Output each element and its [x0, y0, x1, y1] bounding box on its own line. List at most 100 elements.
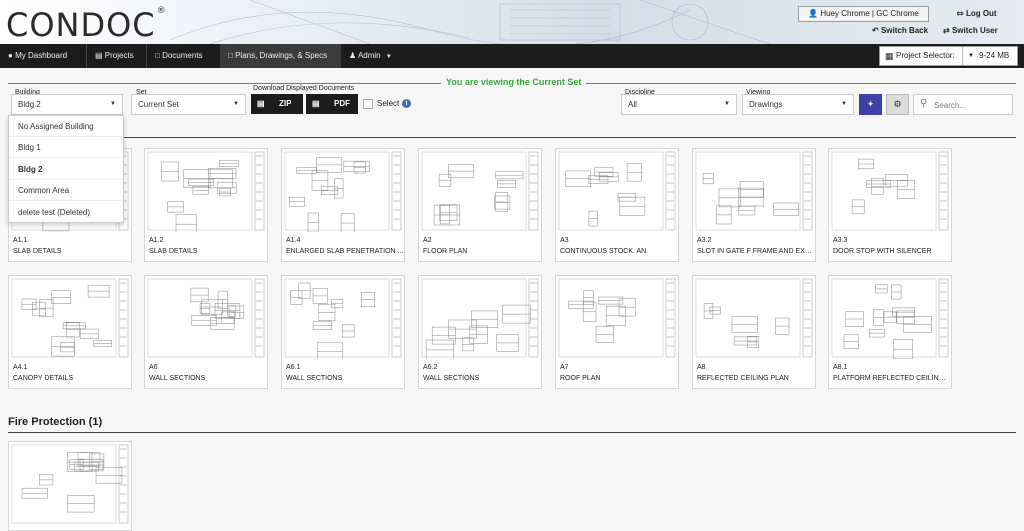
building-icon: ▦ [885, 51, 894, 61]
blueprint-drawing-image [284, 151, 402, 232]
dashboard-icon: ● [8, 51, 13, 60]
drawing-code: A6 [149, 364, 158, 371]
gear-icon: ⚙ [893, 99, 902, 109]
drawing-card[interactable]: A8 REFLECTED CEILING PLAN [692, 275, 816, 389]
log-out-icon: ⇰ [957, 9, 964, 18]
building-select[interactable]: Bldg 2 ▼ [11, 94, 123, 115]
drawing-title: WALL SECTIONS [286, 375, 343, 382]
magic-wand-button[interactable]: ✦ [859, 94, 882, 115]
building-option[interactable]: Bldg 1 [9, 137, 123, 158]
log-out-link[interactable]: ⇰ Log Out [957, 9, 997, 18]
drawing-thumbnail [420, 277, 540, 359]
select-label: Select [377, 99, 400, 108]
blueprint-drawing-image [147, 151, 265, 232]
project-selector[interactable]: ▦ Project Selector: ▼ 9-24 MB [879, 46, 1018, 66]
condoc-logo[interactable]: CONDOC® [6, 6, 167, 44]
building-option[interactable]: delete test (Deleted) [9, 202, 123, 223]
blueprint-drawing-image [11, 278, 129, 358]
search-input[interactable] [934, 99, 1008, 111]
set-select[interactable]: Current Set ▼ [131, 94, 246, 115]
drawing-thumbnail [10, 443, 130, 525]
drawing-card[interactable]: A4.1 CANOPY DETAILS [8, 275, 132, 389]
discipline-select[interactable]: All ▼ [621, 94, 737, 115]
projects-icon: ▤ [95, 51, 103, 60]
drawing-thumbnail [830, 150, 950, 232]
nav-my-dashboard[interactable]: ● My Dashboard [0, 44, 86, 68]
drawing-card[interactable]: A3.3 DOOR STOP WITH SILENCER [828, 148, 952, 262]
select-checkbox[interactable] [363, 99, 373, 109]
drawing-title: PLATFORM REFLECTED CEILING ... [833, 375, 951, 382]
building-option[interactable]: No Assigned Building [9, 116, 123, 137]
drawing-code: A1.4 [286, 237, 301, 244]
building-option[interactable]: Common Area [9, 180, 123, 201]
drawing-thumbnail [10, 277, 130, 359]
drawing-thumbnail [283, 277, 403, 359]
drawing-card[interactable] [8, 441, 132, 531]
main-nav: ● My Dashboard ▤ Projects □ Documents □ … [0, 44, 1024, 68]
drawing-thumbnail [420, 150, 540, 232]
drawing-code: A8 [697, 364, 706, 371]
drawing-code: A8.1 [833, 364, 848, 371]
pdf-file-icon: ▤ [312, 99, 320, 108]
drawing-card[interactable]: A2 FLOOR PLAN [418, 148, 542, 262]
caret-down-icon: ▼ [110, 101, 116, 107]
drawing-card[interactable]: A1.4 ENLARGED SLAB PENETRATION ... [281, 148, 405, 262]
drawing-title: CONTINUOUS STOCK. AN [560, 248, 647, 255]
drawing-title: WALL SECTIONS [149, 375, 206, 382]
drawing-title: FLOOR PLAN [423, 248, 468, 255]
user-account-button[interactable]: 👤 Huey Chrome | GC Chrome [798, 6, 929, 22]
drawing-title: CANOPY DETAILS [13, 375, 74, 382]
switch-user-link[interactable]: ⇄ Switch User [943, 26, 998, 35]
drawing-card[interactable]: A3.2 SLOT IN GATE F FRAME AND EXPA... [692, 148, 816, 262]
section-divider [8, 432, 1016, 433]
blueprint-drawing-image [831, 151, 949, 231]
drawing-card[interactable]: A6.2 WALL SECTIONS [418, 275, 542, 389]
drawing-code: A1.2 [149, 237, 164, 244]
drawing-card[interactable]: A1.2 SLAB DETAILS [144, 148, 268, 262]
drawing-thumbnail [146, 277, 266, 359]
drawing-thumbnail [283, 150, 403, 232]
drawing-title: SLAB DETAILS [13, 248, 62, 255]
drawing-thumbnail [694, 277, 814, 359]
drawing-code: A3.3 [833, 237, 848, 244]
drawing-card[interactable]: A7 ROOF PLAN [555, 275, 679, 389]
download-zip-button[interactable]: ▤ ZIP [251, 94, 303, 114]
drawing-code: A3.2 [697, 237, 712, 244]
blueprint-drawing-image [11, 444, 129, 524]
nav-admin[interactable]: ♟ Admin ▼ [341, 44, 411, 68]
drawing-thumbnail [557, 277, 677, 359]
switch-back-link[interactable]: ↶ Switch Back [872, 26, 928, 35]
drawing-code: A6.2 [423, 364, 438, 371]
drawing-title: ENLARGED SLAB PENETRATION ... [286, 248, 404, 255]
viewing-select[interactable]: Drawings ▼ [742, 94, 854, 115]
current-set-banner: You are viewing the Current Set [441, 77, 587, 87]
blueprint-drawing-image [831, 278, 949, 359]
blueprint-banner-image [170, 0, 771, 44]
blueprint-drawing-image [558, 278, 676, 358]
user-name: Huey Chrome | GC Chrome [820, 9, 919, 18]
nav-projects[interactable]: ▤ Projects [87, 44, 146, 68]
caret-down-icon: ▼ [724, 101, 730, 107]
nav-documents[interactable]: □ Documents [147, 44, 219, 68]
search-box[interactable]: ⚲ [913, 94, 1013, 115]
drawing-title: DOOR STOP WITH SILENCER [833, 248, 932, 255]
caret-down-icon: ▼ [233, 101, 239, 107]
blueprint-drawing-image [147, 278, 265, 358]
info-icon[interactable]: i [402, 99, 411, 108]
caret-down-icon: ▼ [385, 54, 392, 60]
drawing-title: WALL SECTIONS [423, 375, 480, 382]
nav-plans-drawings-specs[interactable]: □ Plans, Drawings, & Specs [220, 44, 341, 68]
section-title-fire-protection: Fire Protection (1) [8, 416, 103, 428]
drawing-card[interactable]: A8.1 PLATFORM REFLECTED CEILING ... [828, 275, 952, 389]
drawing-code: A4.1 [13, 364, 28, 371]
drawing-card[interactable]: A3 CONTINUOUS STOCK. AN [555, 148, 679, 262]
download-pdf-button[interactable]: ▤ PDF [306, 94, 358, 114]
section-divider [8, 137, 1016, 138]
drawing-title: ROOF PLAN [560, 375, 601, 382]
blueprint-drawing-image [695, 151, 813, 231]
settings-button[interactable]: ⚙ [886, 94, 909, 115]
drawing-code: A3 [560, 237, 569, 244]
drawing-card[interactable]: A6.1 WALL SECTIONS [281, 275, 405, 389]
drawing-card[interactable]: A6 WALL SECTIONS [144, 275, 268, 389]
building-option-selected[interactable]: Bldg 2 [9, 159, 123, 180]
